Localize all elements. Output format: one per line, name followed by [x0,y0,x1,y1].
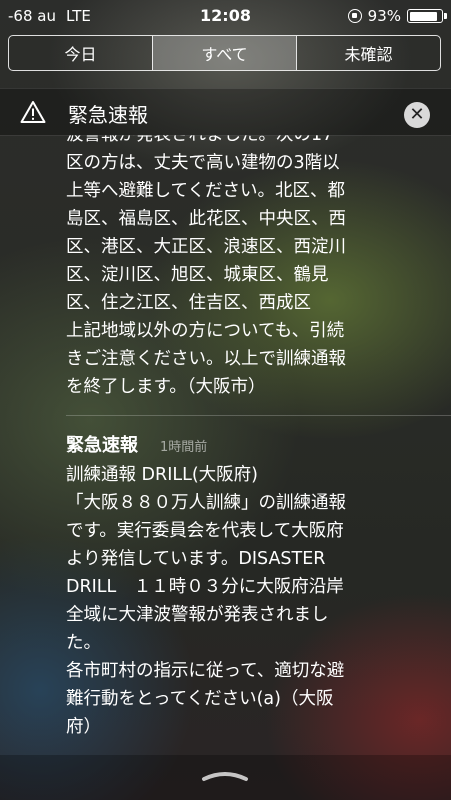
battery-icon [407,9,447,23]
notification-list[interactable]: 波警報が発表されました。次の17 区の方は、丈夫で高い建物の3階以 上等へ避難し… [0,135,451,755]
tab-today[interactable]: 今日 [9,36,152,70]
notification-item[interactable]: 波警報が発表されました。次の17 区の方は、丈夫で高い建物の3階以 上等へ避難し… [0,135,451,401]
tab-all[interactable]: すべて [152,36,296,70]
clear-alerts-button[interactable]: ✕ [404,102,430,128]
grabber-handle-icon[interactable] [201,768,249,782]
notification-body: 訓練通報 DRILL(大阪府) 「大阪８８０万人訓練」の訓練通報 です。実行委員… [66,465,346,737]
close-icon: ✕ [409,104,425,125]
rotation-lock-icon [347,9,362,23]
warning-icon [20,101,46,123]
status-bar: -68 au LTE 12:08 93% [0,0,451,32]
notification-body: 波警報が発表されました。次の17 区の方は、丈夫で高い建物の3階以 上等へ避難し… [66,135,346,397]
notification-filter-tabs: 今日 すべて 未確認 [8,35,441,71]
divider [66,415,451,416]
battery-level [409,11,438,21]
battery-percent: 93% [367,7,401,25]
emergency-alert-header: 緊急速報 [0,88,451,136]
alert-section-title: 緊急速報 [68,103,148,127]
notification-time: 1時間前 [160,440,208,455]
notification-title: 緊急速報 [66,435,138,456]
notification-item[interactable]: 緊急速報 1時間前 訓練通報 DRILL(大阪府) 「大阪８８０万人訓練」の訓練… [0,431,451,741]
tab-missed[interactable]: 未確認 [296,36,440,70]
